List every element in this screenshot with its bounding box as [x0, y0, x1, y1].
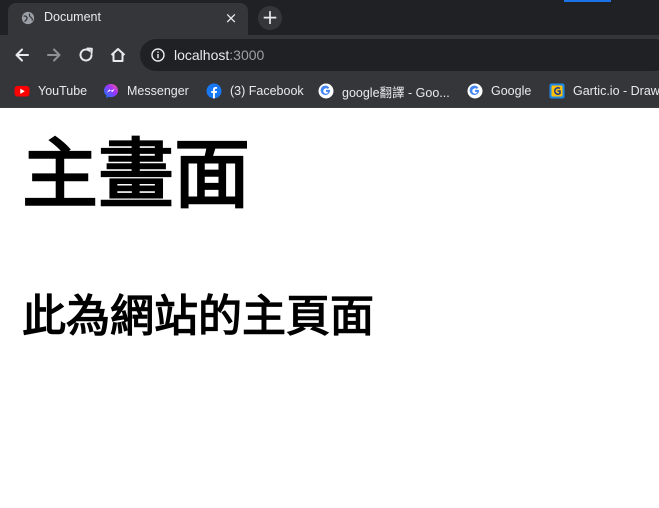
bookmark-gartic[interactable]: Gartic.io - Draw — [549, 82, 659, 100]
forward-button[interactable] — [40, 41, 68, 69]
google-icon — [467, 83, 483, 99]
page-subheading: 此為網站的主頁面 — [22, 291, 374, 342]
messenger-icon — [104, 84, 118, 98]
url-port: :3000 — [229, 47, 265, 63]
tab-document[interactable]: Document × — [8, 3, 248, 35]
gartic-icon — [549, 83, 565, 99]
facebook-icon — [206, 83, 222, 99]
reload-icon — [79, 47, 93, 62]
bookmark-google-translate[interactable]: google翻譯 - Goo... — [318, 82, 450, 100]
back-arrow-icon — [15, 48, 29, 62]
back-button[interactable] — [8, 41, 36, 69]
info-icon[interactable] — [151, 48, 165, 62]
youtube-icon — [14, 86, 30, 97]
bookmark-label: Gartic.io - Draw — [573, 84, 659, 98]
google-icon — [318, 83, 334, 99]
bookmark-label: (3) Facebook — [230, 84, 304, 98]
address-bar[interactable]: localhost:3000 — [140, 39, 659, 71]
bookmark-label: Google — [491, 84, 532, 98]
window-control-edge — [564, 0, 611, 2]
globe-icon — [21, 11, 35, 25]
home-icon — [110, 48, 126, 62]
page-heading: 主畫面 — [22, 130, 250, 219]
browser-toolbar: localhost:3000 — [0, 35, 659, 75]
url-text[interactable]: localhost:3000 — [174, 47, 264, 63]
url-host: localhost — [174, 47, 230, 63]
new-tab-button[interactable]: + — [258, 6, 282, 30]
bookmark-google[interactable]: Google — [467, 82, 531, 100]
tab-strip: Document × + — [0, 0, 659, 35]
bookmark-label: YouTube — [38, 84, 88, 98]
bookmark-youtube[interactable]: YouTube — [14, 82, 87, 100]
page-content: 主畫面 此為網站的主頁面 — [0, 109, 659, 508]
tab-title: Document — [44, 10, 101, 24]
home-button[interactable] — [104, 41, 132, 69]
bookmark-label: Messenger — [127, 84, 189, 98]
reload-button[interactable] — [72, 41, 100, 69]
bookmarks-bar: YouTube Messenger (3) Facebook google翻譯 … — [0, 75, 659, 108]
bookmark-label: google翻譯 - Goo... — [342, 85, 450, 100]
bookmark-messenger[interactable]: Messenger — [103, 82, 189, 100]
bookmark-facebook[interactable]: (3) Facebook — [206, 82, 304, 100]
tab-close-button[interactable]: × — [222, 9, 240, 27]
forward-arrow-icon — [47, 48, 61, 62]
